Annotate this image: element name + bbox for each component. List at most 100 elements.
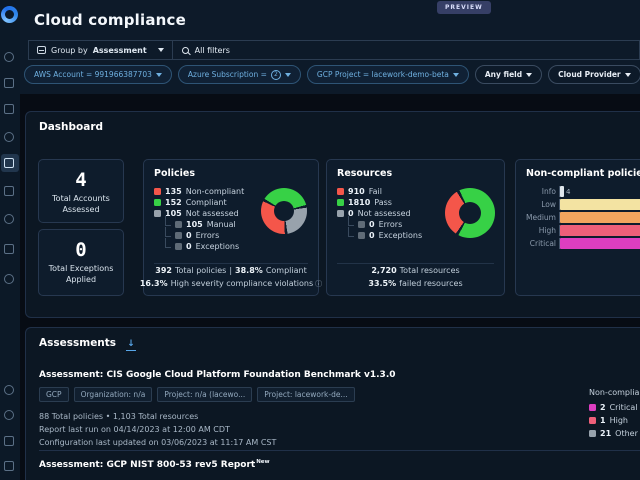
dashboard-title: Dashboard [39,121,104,133]
severity-bar-track: 4 [559,186,640,197]
divider [337,263,494,264]
info-icon[interactable]: High severity compliance violations [171,278,323,290]
chip-label: GCP Project = lacework-demo-beta [316,70,449,79]
policies-card: Policies 135 Non-compliant 152 Compliant 1… [140,159,319,296]
sidebar-icon[interactable] [4,52,14,62]
cloud-provider-dropdown[interactable]: Cloud Provider [548,65,640,84]
assessment-row[interactable]: Assessment: CIS Google Cloud Platform Fo… [39,370,396,449]
tag-organization[interactable]: Organization: n/a [73,387,153,402]
legend-swatch [154,188,161,195]
severity-bar [560,212,640,223]
divider [154,263,308,264]
all-filters-placeholder: All filters [194,45,230,55]
assessments-title: Assessments [39,337,136,351]
severity-tick-label: Critical [529,239,556,248]
app-screen: Cloud compliance PREVIEW Group by Assess… [0,0,640,480]
top-header: Cloud compliance PREVIEW Group by Assess… [20,0,640,94]
severity-bar [560,186,565,197]
all-filters-input[interactable]: All filters [173,41,639,59]
sidebar-icon[interactable] [4,461,14,471]
totals-line: 88 Total policies • 1,103 Total resource… [39,412,199,421]
severity-tick-label: High [538,226,556,235]
donut-hole [274,201,294,221]
chip-label: Azure Subscription = [187,70,267,79]
assessments-panel: Assessments Assessment: CIS Google Cloud… [25,327,640,480]
assessment-tags: GCP Organization: n/a Project: n/a (lace… [39,387,396,402]
tag-gcp[interactable]: GCP [39,387,69,402]
policies-card-title: Policies [154,168,195,179]
legend-subitem: 0 Errors [165,230,244,241]
sidebar-icon[interactable] [4,436,14,446]
chevron-down-icon [157,48,164,52]
chevron-down-icon [624,72,631,77]
search-icon [181,46,189,54]
legend-item: 2 Critical [589,401,640,414]
chip-label: Any field [484,70,523,79]
legend-swatch [589,417,596,424]
download-icon[interactable] [126,340,136,351]
assessment-name: Assessment: CIS Google Cloud Platform Fo… [39,370,396,380]
severity-tick-label: Low [541,200,556,209]
legend-subitem: 0 Errors [348,219,422,230]
any-field-dropdown[interactable]: Any field [474,65,543,84]
filter-chip-aws-account[interactable]: AWS Account = 991966387703 [24,65,172,84]
sidebar-icon[interactable] [4,385,14,395]
legend-subitem: 105 Manual [165,219,244,230]
legend-swatch [589,404,596,411]
filter-chip-azure-subscription[interactable]: Azure Subscription = 2 [177,65,301,84]
chevron-down-icon [155,72,162,77]
assessment-row[interactable]: Assessment: GCP NIST 800-53 rev5 ReportN… [39,459,270,470]
legend-item: 1810 Pass [337,197,422,208]
resources-donut-chart [445,188,495,238]
sidebar-icon[interactable] [4,132,14,142]
legend-item: 152 Compliant [154,197,244,208]
severity-bar [560,225,640,236]
chevron-down-icon [526,72,533,77]
severity-bar-row: Info 4 [526,185,640,198]
legend-subitem: 0 Exceptions [348,230,422,241]
legend-swatch [175,221,182,228]
filter-chip-gcp-project[interactable]: GCP Project = lacework-demo-beta [306,65,469,84]
chevron-down-icon [452,72,459,77]
sidebar-icon-selected[interactable] [4,158,14,168]
sidebar-icon[interactable] [4,274,14,284]
group-by-label: Group by [51,45,88,55]
preview-badge: PREVIEW [437,1,491,14]
group-by-value: Assessment [92,45,147,55]
severity-bar-chart: Info 4 Low Medium High Critical [526,185,640,250]
noncompliant-legend: Non-compliant 2Critical 1High 21Other [589,388,640,440]
tag-project-2[interactable]: Project: lacework-de... [257,387,355,402]
sidebar-icon[interactable] [4,214,14,224]
severity-tick-label: Medium [526,213,556,222]
chip-label: Cloud Provider [558,70,621,79]
resources-footer: 2,720 Total resources 33.5% failed resou… [368,266,463,288]
sidebar-icon[interactable] [4,78,14,88]
severity-bar-row: Medium [526,211,640,224]
sidebar-icon[interactable] [4,104,14,114]
resources-card-title: Resources [337,168,393,179]
sidebar-icon[interactable] [4,186,14,196]
legend-subitem: 0 Exceptions [165,241,244,252]
legend-item: 1 High [589,414,640,427]
sidebar-nav [0,0,20,480]
severity-card: Non-compliant policies by severity Info 4… [515,159,640,296]
lacework-logo-icon[interactable] [1,6,18,23]
legend-item: 135 Non-compliant [154,186,244,197]
severity-bar-row: High [526,224,640,237]
severity-bar-track [559,238,640,249]
policies-footer: 392 Total policies | 38.8% Compliant 16.… [140,265,318,290]
legend-swatch [337,199,344,206]
total-accounts-value: 4 [75,169,87,191]
severity-bar-row: Critical [526,237,640,250]
sidebar-icon[interactable] [4,410,14,420]
legend-item: 910 Fail [337,186,422,197]
resources-legend: 910 Fail 1810 Pass 0 Not assessed 0 Errors 0… [337,186,422,241]
severity-bar-value: 4 [566,187,571,196]
sidebar-icon[interactable] [4,244,14,254]
group-by-dropdown[interactable]: Group by Assessment [29,41,173,59]
total-exceptions-label: Total Exceptions Applied [48,264,114,284]
severity-card-title: Non-compliant policies by severity [526,168,640,179]
page-title: Cloud compliance [34,11,187,29]
tag-project-1[interactable]: Project: n/a (lacewo... [157,387,253,402]
legend-swatch [154,199,161,206]
